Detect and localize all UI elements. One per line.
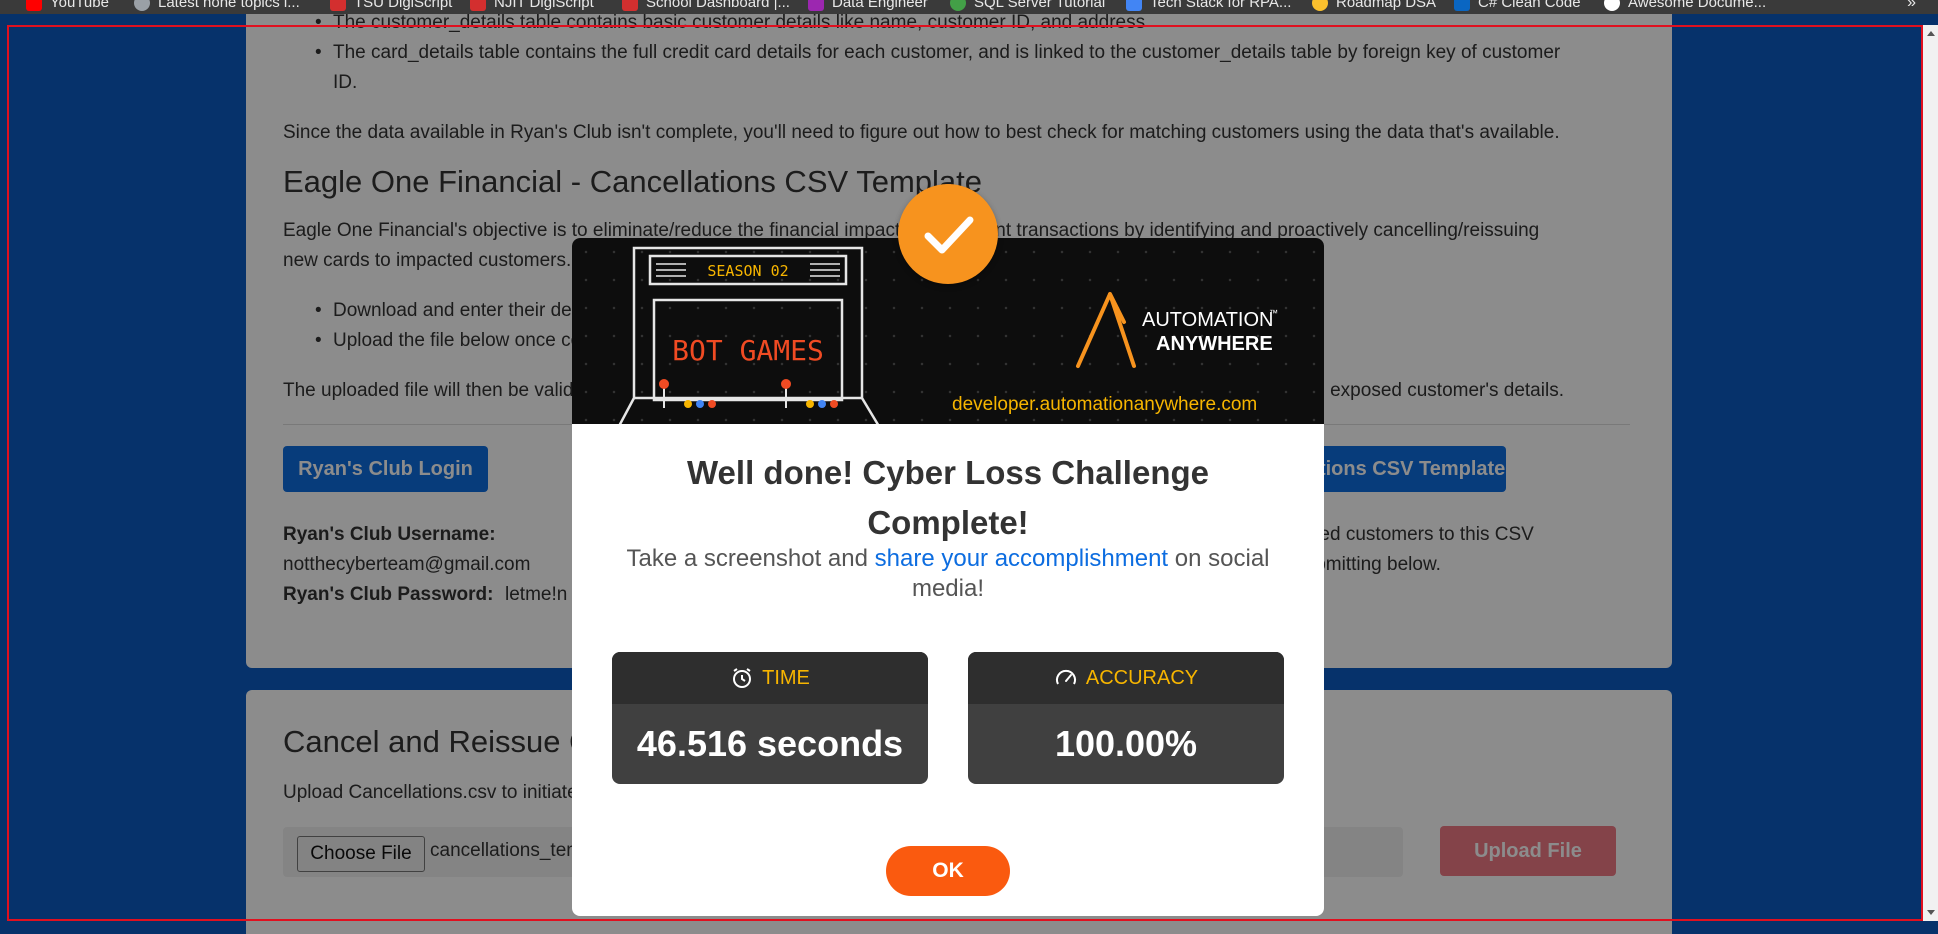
- time-stat: TIME 46.516 seconds: [612, 652, 928, 784]
- bookmark-sql-server[interactable]: SQL Server Tutorial: [950, 0, 1105, 11]
- time-label: TIME: [762, 666, 810, 689]
- modal-title: Well done! Cyber Loss Challenge Complete…: [687, 454, 1209, 541]
- github-icon: [1604, 0, 1620, 11]
- scroll-up-arrow-icon[interactable]: [1927, 31, 1935, 36]
- modal-subtitle: Take a screenshot and share your accompl…: [602, 544, 1294, 604]
- brand-line2: ANYWHERE: [1156, 333, 1273, 355]
- bookmark-school-dashboard[interactable]: School Dashboard |...: [622, 0, 790, 11]
- roadmap-icon: [808, 0, 824, 11]
- bookmarks-overflow-icon[interactable]: »: [1907, 0, 1916, 12]
- docs-icon: [1126, 0, 1142, 11]
- bot-games-label: BOT GAMES: [672, 334, 824, 367]
- linkedin-icon: [1454, 0, 1470, 11]
- subtitle-text-before: Take a screenshot and: [626, 545, 875, 572]
- globe-icon: [134, 0, 150, 11]
- ok-button[interactable]: OK: [886, 846, 1010, 896]
- accuracy-stat: ACCURACY 100.00%: [968, 652, 1284, 784]
- developer-url: developer.automationanywhere.com: [952, 394, 1257, 415]
- page-scrollbar[interactable]: [1923, 25, 1938, 921]
- time-value: 46.516 seconds: [636, 723, 904, 764]
- accuracy-value: 100.00%: [1054, 723, 1198, 764]
- brand-trademark: ™: [1269, 308, 1278, 318]
- bookmark-data-engineer[interactable]: Data Engineer: [808, 0, 928, 11]
- accuracy-label: ACCURACY: [1085, 666, 1199, 689]
- brand-line1: AUTOMATION: [1142, 309, 1273, 331]
- gauge-icon: [1055, 669, 1076, 685]
- youtube-icon: [26, 0, 42, 11]
- bookmark-csharp-clean-code[interactable]: C# Clean Code: [1454, 0, 1581, 11]
- success-check-icon: [898, 184, 998, 284]
- automation-anywhere-logo: [1076, 292, 1136, 368]
- bookmark-tsu-digiscript[interactable]: TSU DigiScript: [330, 0, 452, 11]
- bulb-icon: [1312, 0, 1328, 11]
- bookmark-njit-digiscript[interactable]: NJIT DigiScript: [470, 0, 594, 11]
- share-accomplishment-link[interactable]: share your accomplishment: [875, 545, 1168, 572]
- time-stat-header: TIME: [612, 652, 928, 704]
- digiscript-icon: [330, 0, 346, 11]
- accuracy-stat-header: ACCURACY: [968, 652, 1284, 704]
- digiscript-icon: [622, 0, 638, 11]
- bookmark-youtube[interactable]: YouTube: [26, 0, 109, 11]
- bookmark-roadmap-dsa[interactable]: Roadmap DSA: [1312, 0, 1436, 11]
- bookmark-latest-topics[interactable]: Latest none topics i...: [134, 0, 300, 11]
- digiscript-icon: [470, 0, 486, 11]
- scroll-down-arrow-icon[interactable]: [1927, 910, 1935, 915]
- bookmarks-bar: YouTube Latest none topics i... TSU Digi…: [0, 0, 1938, 14]
- success-modal: SEASON 02 BOT GAMES AUTOMATION ™ ANYWHER…: [572, 184, 1324, 916]
- bookmark-awesome-docs[interactable]: Awesome Docume...: [1604, 0, 1766, 11]
- page-viewport: The customer_details table contains basi…: [0, 14, 1938, 934]
- alarm-clock-icon: [733, 668, 752, 688]
- season-label: SEASON 02: [707, 262, 788, 280]
- sql-icon: [950, 0, 966, 11]
- bookmark-tech-stack[interactable]: Tech Stack for RPA...: [1126, 0, 1291, 11]
